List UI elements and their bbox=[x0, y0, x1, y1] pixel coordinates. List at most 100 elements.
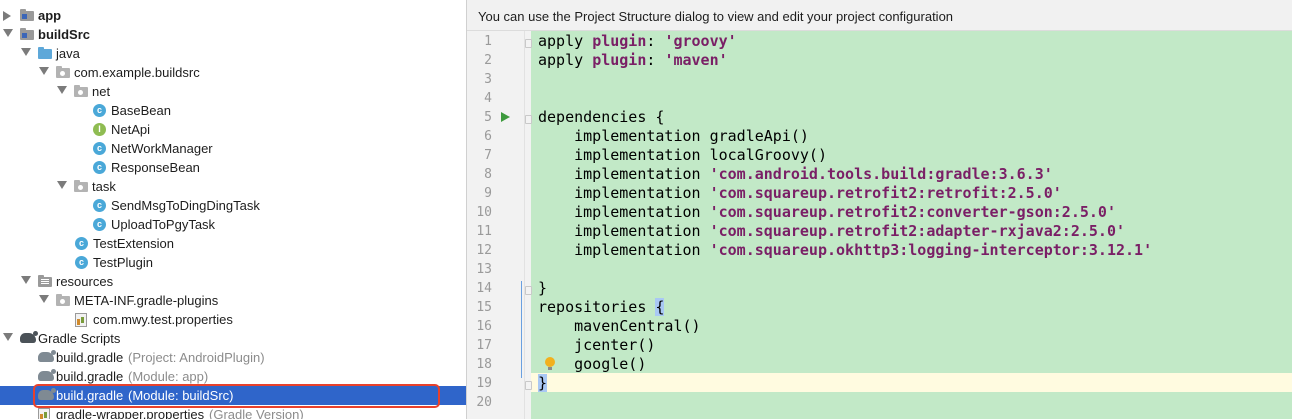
module-folder-icon bbox=[20, 9, 34, 22]
code-token: implementation gradleApi() bbox=[538, 127, 809, 145]
expand-arrow-icon[interactable] bbox=[21, 276, 31, 284]
expand-arrow-icon[interactable] bbox=[39, 67, 49, 75]
tree-row-label: task bbox=[92, 179, 116, 194]
tree-row[interactable]: c TestPlugin bbox=[0, 253, 466, 272]
gradle-file-icon bbox=[38, 350, 56, 362]
code-line[interactable]: implementation gradleApi() bbox=[538, 127, 809, 146]
fold-marker-icon[interactable] bbox=[525, 39, 532, 48]
code-token: google() bbox=[538, 355, 647, 373]
fold-marker-icon[interactable] bbox=[525, 115, 532, 124]
code-line[interactable]: apply plugin: 'maven' bbox=[538, 51, 728, 70]
line-number: 20 bbox=[476, 395, 492, 410]
tree-row[interactable]: task bbox=[0, 177, 466, 196]
expand-arrow-icon[interactable] bbox=[3, 29, 13, 37]
code-line[interactable]: mavenCentral() bbox=[538, 317, 700, 336]
tree-row-label: buildSrc bbox=[38, 27, 91, 42]
line-number: 4 bbox=[484, 91, 492, 106]
expand-arrow-icon[interactable] bbox=[39, 295, 49, 303]
tree-row-label: build.gradle bbox=[56, 350, 124, 365]
string-literal: 'com.squareup.retrofit2:retrofit:2.5.0' bbox=[709, 184, 1062, 202]
code-token: apply bbox=[538, 32, 593, 50]
line-number: 18 bbox=[476, 357, 492, 372]
code-token: : bbox=[646, 32, 665, 50]
tree-row[interactable]: build.gradle (Module: app) bbox=[0, 367, 466, 386]
code-line[interactable]: implementation 'com.squareup.okhttp3:log… bbox=[538, 241, 1152, 260]
line-number: 11 bbox=[476, 224, 492, 239]
code-line[interactable]: apply plugin: 'groovy' bbox=[538, 32, 737, 51]
gradle-icon bbox=[20, 331, 38, 343]
tree-row[interactable]: META-INF.gradle-plugins bbox=[0, 291, 466, 310]
code-line[interactable]: repositories { bbox=[538, 298, 665, 317]
current-line-highlight bbox=[531, 373, 1292, 392]
code-line[interactable]: dependencies { bbox=[538, 108, 664, 127]
code-line[interactable]: google() bbox=[538, 355, 646, 374]
line-number: 15 bbox=[476, 300, 492, 315]
tree-row-label: net bbox=[92, 84, 111, 99]
tree-row-label: SendMsgToDingDingTask bbox=[111, 198, 260, 213]
code-line[interactable]: implementation 'com.android.tools.build:… bbox=[538, 165, 1053, 184]
line-number: 19 bbox=[476, 376, 492, 391]
code-line[interactable]: jcenter() bbox=[538, 336, 655, 355]
code-editor: You can use the Project Structure dialog… bbox=[467, 0, 1292, 419]
code-line[interactable]: implementation 'com.squareup.retrofit2:c… bbox=[538, 203, 1116, 222]
expand-arrow-icon[interactable] bbox=[21, 48, 31, 56]
tree-row[interactable]: c TestExtension bbox=[0, 234, 466, 253]
tree-row[interactable]: com.example.buildsrc bbox=[0, 63, 466, 82]
tree-row[interactable]: c UploadToPgyTask bbox=[0, 215, 466, 234]
code-token: implementation bbox=[538, 222, 710, 240]
tree-row[interactable]: Gradle Scripts bbox=[0, 329, 466, 348]
tree-row[interactable]: c BaseBean bbox=[0, 101, 466, 120]
tree-row-label: UploadToPgyTask bbox=[111, 217, 216, 232]
tree-row-label: TestPlugin bbox=[93, 255, 153, 270]
tree-row[interactable]: net bbox=[0, 82, 466, 101]
expand-arrow-icon[interactable] bbox=[57, 181, 67, 189]
line-number: 6 bbox=[484, 129, 492, 144]
tree-row[interactable]: buildSrc bbox=[0, 25, 466, 44]
code-line[interactable]: implementation 'com.squareup.retrofit2:a… bbox=[538, 222, 1125, 241]
tree-row[interactable]: c ResponseBean bbox=[0, 158, 466, 177]
collapse-arrow-icon[interactable] bbox=[3, 11, 11, 21]
tree-row[interactable]: I NetApi bbox=[0, 120, 466, 139]
tree-row[interactable]: app bbox=[0, 6, 466, 25]
code-token: : bbox=[646, 51, 665, 69]
code-line[interactable]: } bbox=[538, 279, 547, 298]
line-number: 14 bbox=[476, 281, 492, 296]
class-icon: c bbox=[93, 161, 106, 174]
tree-row[interactable]: gradle-wrapper.properties (Gradle Version… bbox=[0, 405, 466, 419]
tree-row[interactable]: com.mwy.test.properties bbox=[0, 310, 466, 329]
line-number: 9 bbox=[484, 186, 492, 201]
project-tree-panel: app buildSrc java com.example.buildsrc net c B… bbox=[0, 0, 467, 419]
tree-row-hint: (Gradle Version) bbox=[209, 407, 304, 419]
code-line[interactable]: implementation localGroovy() bbox=[538, 146, 827, 165]
expand-arrow-icon[interactable] bbox=[57, 86, 67, 94]
tree-row-label: NetWorkManager bbox=[111, 141, 213, 156]
fold-marker-icon[interactable] bbox=[525, 381, 532, 390]
module-folder-icon bbox=[20, 28, 34, 41]
package-icon bbox=[74, 85, 88, 98]
tree-row-hint: (Project: AndroidPlugin) bbox=[128, 350, 265, 365]
interface-icon: I bbox=[93, 123, 106, 136]
tree-row-label: build.gradle bbox=[56, 388, 124, 403]
code-token: implementation localGroovy() bbox=[538, 146, 827, 164]
tree-row-label: TestExtension bbox=[93, 236, 174, 251]
project-structure-banner[interactable]: You can use the Project Structure dialog… bbox=[467, 0, 1292, 31]
class-icon: c bbox=[93, 142, 106, 155]
code-line[interactable]: } bbox=[538, 374, 548, 393]
code-line[interactable]: implementation 'com.squareup.retrofit2:r… bbox=[538, 184, 1062, 203]
package-icon bbox=[56, 66, 70, 79]
tree-row[interactable]: build.gradle (Module: buildSrc) bbox=[0, 386, 466, 405]
tree-row[interactable]: build.gradle (Project: AndroidPlugin) bbox=[0, 348, 466, 367]
tree-row[interactable]: java bbox=[0, 44, 466, 63]
line-number: 16 bbox=[476, 319, 492, 334]
tree-row[interactable]: resources bbox=[0, 272, 466, 291]
package-icon bbox=[74, 180, 88, 193]
tree-row[interactable]: c NetWorkManager bbox=[0, 139, 466, 158]
expand-arrow-icon[interactable] bbox=[3, 333, 13, 341]
tree-row-label: com.example.buildsrc bbox=[74, 65, 200, 80]
tree-row[interactable]: c SendMsgToDingDingTask bbox=[0, 196, 466, 215]
line-number: 7 bbox=[484, 148, 492, 163]
run-gutter-icon[interactable] bbox=[501, 112, 510, 122]
string-literal: 'maven' bbox=[664, 51, 728, 69]
code-token: } bbox=[538, 374, 548, 392]
fold-marker-icon[interactable] bbox=[525, 286, 532, 295]
